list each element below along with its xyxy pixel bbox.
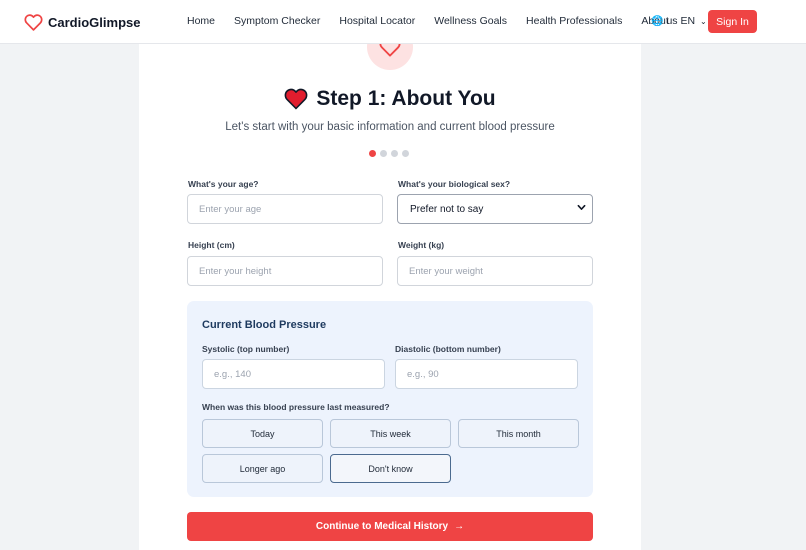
progress-dots [369, 150, 409, 157]
progress-dot [380, 150, 387, 157]
option-longer-ago[interactable]: Longer ago [202, 454, 323, 483]
blood-pressure-panel: Current Blood Pressure Systolic (top num… [187, 301, 593, 497]
nav-link-symptom-checker[interactable]: Symptom Checker [234, 15, 320, 27]
arrow-right-icon: → [454, 521, 465, 532]
diastolic-input[interactable]: e.g., 90 [395, 359, 578, 389]
nav-link-hospital-locator[interactable]: Hospital Locator [339, 15, 415, 27]
nav-link-wellness-goals[interactable]: Wellness Goals [434, 15, 507, 27]
systolic-label: Systolic (top number) [202, 344, 290, 354]
brand-logo[interactable]: CardioGlimpse [24, 12, 140, 32]
step-card: Step 1: About You Let's start with your … [139, 24, 641, 550]
globe-icon: 🌐 [651, 15, 664, 27]
age-input[interactable]: Enter your age [187, 194, 383, 224]
measured-question: When was this blood pressure last measur… [202, 402, 390, 412]
age-label: What's your age? [188, 179, 259, 189]
nav-link-home[interactable]: Home [187, 15, 215, 27]
navbar: CardioGlimpse Home Symptom Checker Hospi… [0, 0, 806, 44]
diastolic-label: Diastolic (bottom number) [395, 344, 501, 354]
nav-links: Home Symptom Checker Hospital Locator We… [187, 15, 669, 27]
progress-dot [391, 150, 398, 157]
page-subtitle: Let's start with your basic information … [225, 121, 555, 133]
height-input[interactable]: Enter your height [187, 256, 383, 286]
blood-pressure-title: Current Blood Pressure [202, 319, 327, 331]
option-dont-know[interactable]: Don't know [330, 454, 451, 483]
continue-button-label: Continue to Medical History [315, 521, 449, 532]
option-today[interactable]: Today [202, 419, 323, 448]
option-this-month[interactable]: This month [458, 419, 579, 448]
option-this-week[interactable]: This week [330, 419, 451, 448]
sex-select[interactable]: Prefer not to say [397, 194, 593, 224]
heart-outline-icon [24, 13, 43, 31]
chevron-down-icon: ⌄ [700, 16, 707, 26]
weight-input[interactable]: Enter your weight [397, 256, 593, 286]
language-selector[interactable]: 🌐 us EN ⌄ [651, 15, 707, 27]
sign-in-button[interactable]: Sign In [708, 10, 757, 33]
weight-label: Weight (kg) [398, 240, 445, 250]
sex-select-value: Prefer not to say [410, 203, 484, 215]
nav-link-health-professionals[interactable]: Health Professionals [526, 15, 622, 27]
heart-icon [284, 88, 308, 110]
step-header: Step 1: About You [139, 86, 641, 112]
chevron-down-icon [577, 204, 586, 210]
page-title: Step 1: About You [316, 87, 496, 110]
progress-dot-active [369, 150, 376, 157]
systolic-input[interactable]: e.g., 140 [202, 359, 385, 389]
sex-label: What's your biological sex? [398, 179, 511, 189]
continue-button[interactable]: Continue to Medical History → [187, 512, 593, 541]
brand-name: CardioGlimpse [48, 14, 141, 30]
height-label: Height (cm) [188, 240, 235, 250]
progress-dot [402, 150, 409, 157]
language-label: us EN [666, 15, 696, 27]
